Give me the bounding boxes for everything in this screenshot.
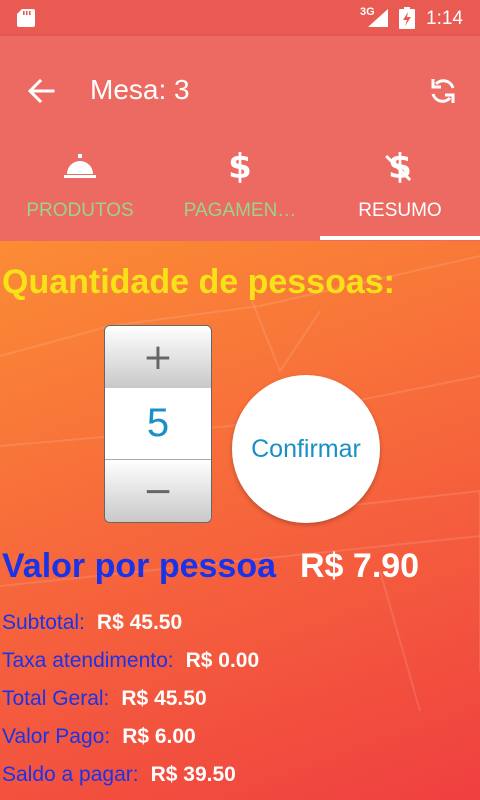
back-arrow-icon[interactable] [26, 76, 56, 106]
summary-label: Subtotal: [2, 611, 85, 634]
summary-row-subtotal: Subtotal: R$ 45.50 [2, 611, 182, 635]
dollar-icon: $ [228, 147, 252, 187]
confirm-button[interactable]: Confirmar [232, 375, 380, 523]
battery-icon [399, 7, 415, 29]
increment-button[interactable]: + [105, 326, 211, 389]
status-bar: 3G 1:14 [0, 0, 480, 36]
summary-label: Taxa atendimento: [2, 649, 174, 672]
summary-value: R$ 6.00 [122, 725, 196, 748]
summary-row-service-fee: Taxa atendimento: R$ 0.00 [2, 649, 259, 673]
summary-row-paid: Valor Pago: R$ 6.00 [2, 725, 196, 749]
background-pattern [0, 255, 480, 712]
summary-row-balance: Saldo a pagar: R$ 39.50 [2, 763, 236, 787]
sd-card-icon [17, 9, 35, 27]
summary-label: Valor Pago: [2, 725, 111, 748]
app-bar: Mesa: 3 PRODUTOS $ PAGAMEN… $ RESUMO [0, 36, 480, 241]
summary-row-total: Total Geral: R$ 45.50 [2, 687, 207, 711]
clock: 1:14 [426, 8, 463, 29]
signal-icon [368, 9, 388, 27]
tab-produtos[interactable]: PRODUTOS [0, 140, 160, 240]
tab-resumo[interactable]: $ RESUMO [320, 140, 480, 240]
strike-line [385, 154, 412, 182]
summary-value: R$ 0.00 [185, 649, 260, 672]
refresh-icon[interactable] [427, 75, 459, 107]
tab-pagamentos[interactable]: $ PAGAMEN… [160, 140, 320, 240]
summary-content: Quantidade de pessoas: + 5 − Confirmar V… [0, 241, 480, 800]
quantity-value[interactable]: 5 [105, 388, 211, 459]
summary-label: Total Geral: [2, 687, 110, 710]
bell-icon [64, 154, 96, 178]
tab-label: PRODUTOS [26, 200, 134, 221]
per-person-value: R$ 7.90 [300, 547, 420, 585]
tab-label: RESUMO [358, 200, 442, 221]
summary-value: R$ 45.50 [121, 687, 207, 710]
tab-indicator [320, 236, 480, 240]
page-title: Mesa: 3 [90, 74, 190, 105]
summary-label: Saldo a pagar: [2, 763, 139, 786]
tab-label: PAGAMEN… [183, 200, 297, 221]
per-person-label: Valor por pessoa [2, 547, 276, 585]
people-quantity-stepper: + 5 − [104, 325, 212, 523]
summary-value: R$ 39.50 [150, 763, 236, 786]
quantity-heading: Quantidade de pessoas: [2, 263, 395, 301]
summary-value: R$ 45.50 [96, 611, 183, 634]
decrement-button[interactable]: − [105, 459, 211, 522]
